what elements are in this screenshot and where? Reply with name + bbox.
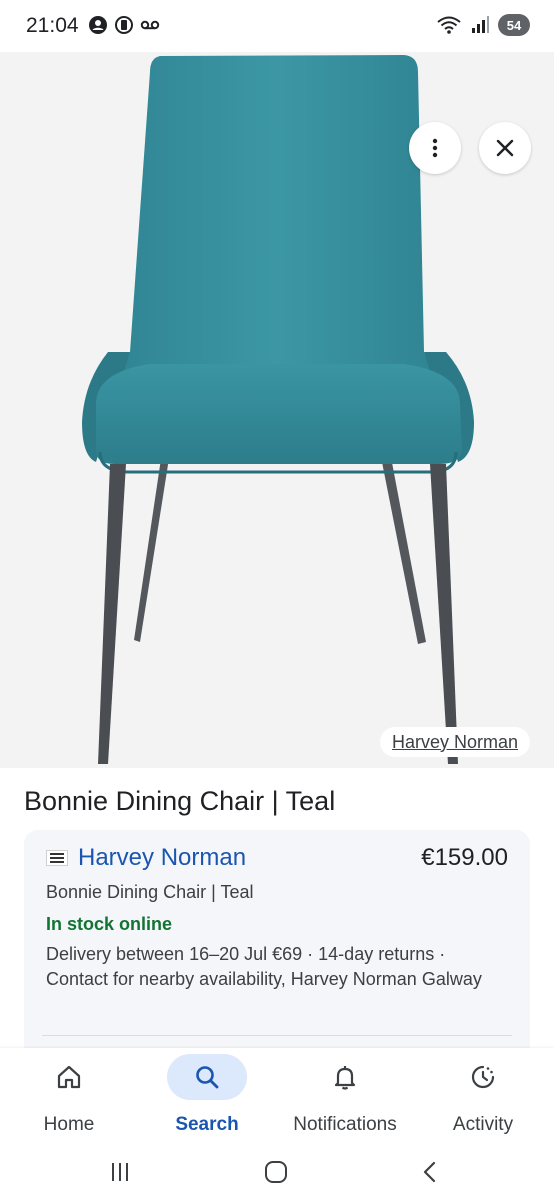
offer-card[interactable]: Harvey Norman €159.00 Bonnie Dining Chai… xyxy=(24,830,530,1060)
bottom-navigation: Home Search Notifications Activity xyxy=(0,1048,554,1144)
nav-item-notifications[interactable]: Notifications xyxy=(276,1054,414,1140)
nav-label-home: Home xyxy=(43,1114,95,1135)
merchant-name[interactable]: Harvey Norman xyxy=(78,844,246,872)
activity-icon xyxy=(471,1065,495,1089)
status-icons-left xyxy=(88,15,160,35)
system-navigation-bar xyxy=(0,1144,554,1200)
close-button[interactable] xyxy=(479,122,531,174)
nav-label-activity: Activity xyxy=(452,1114,514,1135)
chair-image xyxy=(82,55,474,764)
nav-label-search: Search xyxy=(175,1114,239,1135)
home-circle-icon xyxy=(265,1161,287,1183)
status-icons-right: 54 xyxy=(436,14,530,36)
system-home-button[interactable] xyxy=(246,1152,306,1192)
search-icon xyxy=(196,1066,219,1089)
signal-icon xyxy=(472,16,489,33)
bell-icon xyxy=(334,1066,356,1090)
more-vert-icon xyxy=(432,138,438,158)
wifi-icon xyxy=(437,16,461,34)
account-circle-icon xyxy=(89,16,107,34)
merchant-logo xyxy=(46,850,68,866)
product-title: Bonnie Dining Chair | Teal xyxy=(24,786,336,816)
nav-item-activity[interactable]: Activity xyxy=(414,1054,552,1140)
voicemail-icon xyxy=(140,20,160,30)
nav-item-home[interactable]: Home xyxy=(0,1054,138,1140)
delivery-info: Delivery between 16–20 Jul €69 · 14-day … xyxy=(46,944,482,989)
home-icon xyxy=(57,1065,81,1089)
nav-item-search[interactable]: Search xyxy=(138,1054,276,1140)
nav-label-notifications: Notifications xyxy=(293,1114,397,1135)
back-button[interactable] xyxy=(400,1152,460,1192)
back-icon xyxy=(423,1161,436,1183)
close-icon xyxy=(496,139,514,157)
recents-button[interactable] xyxy=(90,1152,150,1192)
nfc-icon xyxy=(115,16,133,34)
status-time: 21:04 xyxy=(26,14,79,37)
recents-icon xyxy=(112,1163,128,1181)
battery-indicator: 54 xyxy=(498,14,530,36)
merchant-row[interactable]: Harvey Norman xyxy=(46,844,246,872)
stock-status: In stock online xyxy=(46,914,173,934)
card-divider xyxy=(42,1035,512,1036)
status-bar: 21:04 54 xyxy=(0,0,554,52)
more-options-button[interactable] xyxy=(409,122,461,174)
offer-price: €159.00 xyxy=(421,844,508,871)
product-image-viewer[interactable] xyxy=(0,52,554,768)
image-source-link[interactable]: Harvey Norman xyxy=(380,727,531,757)
offer-product-name: Bonnie Dining Chair | Teal xyxy=(46,882,254,902)
